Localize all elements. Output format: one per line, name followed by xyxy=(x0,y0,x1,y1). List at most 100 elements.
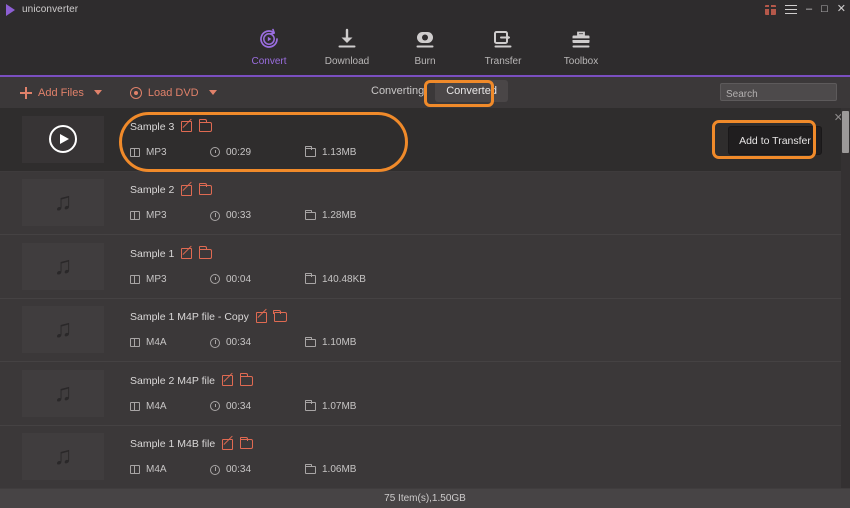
search-box[interactable] xyxy=(720,83,837,103)
list-scrollbar[interactable] xyxy=(841,108,850,488)
file-duration: 00:34 xyxy=(210,401,305,412)
edit-icon[interactable] xyxy=(181,248,193,260)
file-size: 1.28MB xyxy=(304,209,357,222)
minimize-icon[interactable]: – xyxy=(806,4,812,15)
close-icon[interactable]: ✕ xyxy=(837,4,846,15)
file-title-row: Sample 1 M4P file - Copy xyxy=(130,309,850,324)
edit-icon[interactable] xyxy=(255,311,267,323)
file-name: Sample 1 M4B file xyxy=(130,438,216,451)
convert-icon xyxy=(257,27,281,51)
file-format: MP3 xyxy=(130,147,210,158)
load-dvd-button[interactable]: Load DVD xyxy=(129,86,217,99)
file-name: Sample 2 M4P file xyxy=(130,374,216,387)
gift-icon[interactable] xyxy=(765,4,776,15)
file-format: MP3 xyxy=(130,210,210,221)
file-info: Sample 2 MP3 00:33 1.28MB xyxy=(130,182,850,222)
file-title-row: Sample 2 M4P file xyxy=(130,373,850,387)
search-input[interactable] xyxy=(721,86,836,103)
main-navigation: Convert Download Burn Transfer Toolbox xyxy=(0,19,850,77)
file-size-value: 1.13MB xyxy=(322,146,357,158)
clock-icon xyxy=(210,464,220,475)
folder-icon[interactable] xyxy=(198,182,213,196)
file-size: 1.13MB xyxy=(304,146,357,158)
table-row[interactable]: ♫ Sample 2 M4P file M4A 00:34 1.07MB xyxy=(0,362,850,426)
file-size-value: 1.06MB xyxy=(322,464,357,476)
folder-icon[interactable] xyxy=(239,436,254,450)
folder-icon[interactable] xyxy=(273,309,287,323)
thumbnail xyxy=(22,115,104,163)
table-row[interactable]: ♫ Sample 1 M4B file M4A 00:34 1.06MB xyxy=(0,425,850,488)
folder-icon[interactable] xyxy=(239,373,254,386)
title-bar: uniconverter – □ ✕ xyxy=(0,0,850,19)
format-icon xyxy=(130,338,140,348)
hamburger-menu-icon[interactable] xyxy=(785,5,797,14)
thumbnail: ♫ xyxy=(22,242,104,290)
folder-size-icon xyxy=(304,463,316,474)
thumbnail: ♫ xyxy=(22,179,104,227)
nav-tab-transfer[interactable]: Transfer xyxy=(464,19,542,67)
table-row[interactable]: ♫ Sample 1 M4P file - Copy M4A 00:34 1.1… xyxy=(0,298,850,362)
music-note-icon: ♫ xyxy=(53,315,73,344)
music-note-icon: ♫ xyxy=(53,378,73,407)
table-row[interactable]: Sample 3 MP3 00:29 1.13MB Add to Transfe… xyxy=(0,108,850,172)
music-note-icon: ♫ xyxy=(53,188,73,217)
format-icon xyxy=(130,147,140,157)
add-files-button[interactable]: Add Files xyxy=(20,86,102,99)
file-size: 1.07MB xyxy=(304,400,357,412)
table-row[interactable]: ♫ Sample 2 MP3 00:33 1.28MB xyxy=(0,171,850,235)
file-size-value: 1.07MB xyxy=(322,400,357,412)
maximize-icon[interactable]: □ xyxy=(821,4,828,15)
file-duration-value: 00:34 xyxy=(226,464,252,476)
transfer-icon xyxy=(491,27,515,51)
file-size-value: 140.48KB xyxy=(322,273,366,285)
chevron-down-icon[interactable] xyxy=(208,90,217,95)
nav-tab-convert[interactable]: Convert xyxy=(230,19,308,67)
folder-icon[interactable] xyxy=(198,246,213,259)
file-duration-value: 00:34 xyxy=(226,337,252,349)
edit-icon[interactable] xyxy=(222,375,234,387)
table-row[interactable]: ♫ Sample 1 MP3 00:04 140.48KB xyxy=(0,235,850,299)
edit-icon[interactable] xyxy=(181,184,193,196)
file-format-value: MP3 xyxy=(146,210,167,222)
nav-tab-burn[interactable]: Burn xyxy=(386,19,464,67)
window-controls: – □ ✕ xyxy=(765,0,846,19)
file-title-row: Sample 2 xyxy=(130,182,850,197)
format-icon xyxy=(130,211,140,221)
format-icon xyxy=(130,465,140,475)
disc-icon xyxy=(129,86,142,99)
folder-icon[interactable] xyxy=(198,119,213,132)
folder-size-icon xyxy=(304,273,316,284)
edit-icon[interactable] xyxy=(222,438,234,450)
thumbnail: ♫ xyxy=(22,306,104,354)
clock-icon xyxy=(210,401,220,412)
add-to-transfer-button[interactable]: Add to Transfer xyxy=(728,126,822,155)
scrollbar-thumb[interactable] xyxy=(842,111,849,153)
file-meta-row: M4A 00:34 1.06MB xyxy=(130,463,850,476)
nav-tab-download[interactable]: Download xyxy=(308,19,386,67)
play-circle-icon[interactable] xyxy=(49,125,77,154)
file-size-value: 1.28MB xyxy=(322,210,357,222)
edit-icon[interactable] xyxy=(181,121,193,133)
nav-tab-toolbox[interactable]: Toolbox xyxy=(542,19,620,67)
tab-converting[interactable]: Converting xyxy=(360,80,435,102)
format-icon xyxy=(130,274,140,284)
status-filter-tabs: Converting Converted xyxy=(360,80,508,102)
add-files-label: Add Files xyxy=(38,86,84,99)
file-duration: 00:29 xyxy=(210,147,305,158)
clock-icon xyxy=(210,274,220,285)
file-duration: 00:33 xyxy=(210,210,305,221)
converted-file-list[interactable]: Sample 3 MP3 00:29 1.13MB Add to Transfe… xyxy=(0,108,850,488)
file-name: Sample 1 M4P file - Copy xyxy=(130,311,249,324)
status-bar: 75 Item(s),1.50GB xyxy=(0,488,850,508)
chevron-down-icon[interactable] xyxy=(93,90,102,95)
file-info: Sample 2 M4P file M4A 00:34 1.07MB xyxy=(130,373,850,412)
file-info: Sample 1 M4B file M4A 00:34 1.06MB xyxy=(130,436,850,476)
file-name: Sample 2 xyxy=(130,184,175,197)
file-format-value: M4A xyxy=(146,400,167,412)
burn-icon xyxy=(413,27,437,51)
tab-converted[interactable]: Converted xyxy=(435,80,508,102)
plus-icon xyxy=(20,86,32,99)
file-meta-row: M4A 00:34 1.07MB xyxy=(130,400,850,412)
file-meta-row: M4A 00:34 1.10MB xyxy=(130,336,850,349)
download-icon xyxy=(335,27,359,51)
